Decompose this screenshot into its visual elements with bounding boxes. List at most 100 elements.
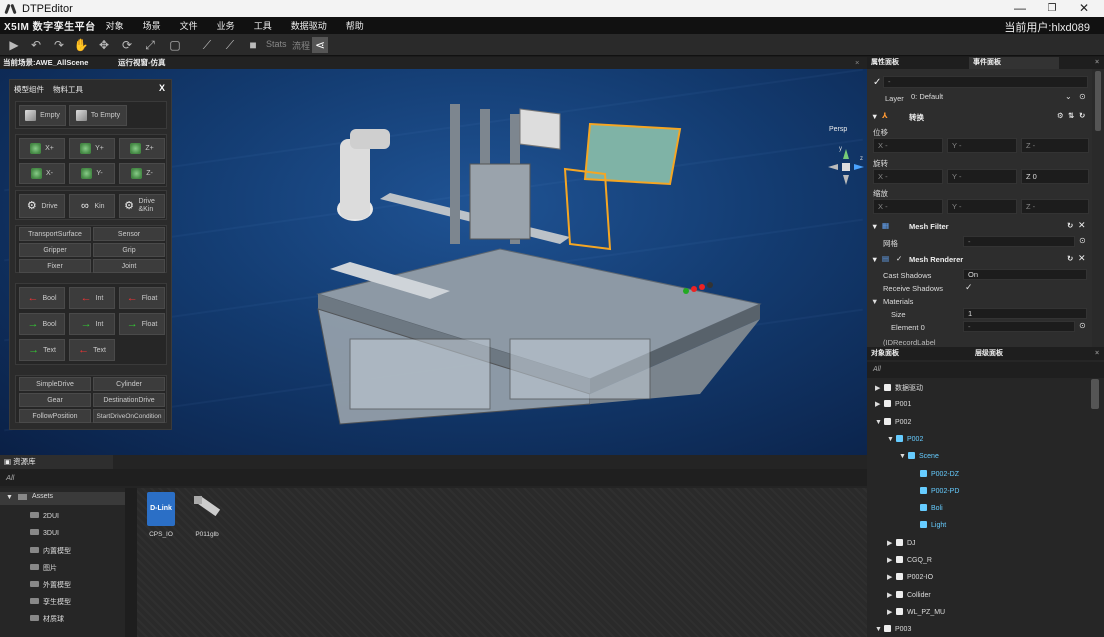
target-icon[interactable]: ⊙ [1079, 321, 1086, 330]
refresh-icon[interactable]: ↻ [1067, 254, 1073, 263]
menu-file[interactable]: 文件 [180, 19, 198, 32]
rotation-y-field[interactable]: Y - [947, 169, 1017, 184]
refresh-icon[interactable]: ↻ [1067, 221, 1073, 230]
tree-arrow-icon[interactable]: ▶ [887, 539, 896, 547]
materials-arrow[interactable]: ▼ [871, 297, 878, 306]
cast-shadows-select[interactable]: On [963, 269, 1087, 280]
asset-file[interactable]: D-Link CPS_IO [141, 492, 181, 538]
flow-toggle[interactable]: 流程 [292, 39, 310, 52]
refresh-icon[interactable]: ↻ [1079, 111, 1085, 120]
float-input-button[interactable]: → Float [119, 313, 165, 335]
tree-arrow-icon[interactable]: ▶ [887, 591, 896, 599]
folder-item[interactable]: 2DUI [30, 512, 59, 520]
tab-runtime[interactable]: 运行视窗-仿真 [115, 57, 169, 69]
tree-item[interactable]: ▶ WL_PZ_MU [887, 607, 945, 616]
asset-file[interactable]: P011glb [187, 492, 227, 538]
tree-arrow-icon[interactable]: ▶ [887, 556, 896, 564]
tree-arrow-icon[interactable]: ▼ [899, 453, 908, 460]
menu-object[interactable]: 对象 [106, 19, 124, 32]
drive-kin-button[interactable]: ⚙ Drive &Kin [119, 194, 165, 218]
tree-item[interactable]: ▶ P002-IO [887, 573, 933, 581]
simple-drive-button[interactable]: SimpleDrive [19, 377, 91, 391]
tab-events[interactable]: 事件面板 [969, 57, 1059, 69]
tab-material-tools[interactable]: 物料工具 [53, 84, 83, 95]
camera-icon[interactable]: ■ [245, 37, 261, 53]
scale-y-field[interactable]: Y - [947, 199, 1017, 214]
cylinder-button[interactable]: Cylinder [93, 377, 165, 391]
move-tool-icon[interactable]: ✥ [96, 37, 112, 53]
undo-icon[interactable]: ↶ [28, 37, 44, 53]
tree-arrow[interactable]: ▼ [6, 494, 13, 501]
position-x-field[interactable]: X - [873, 138, 943, 153]
float-output-button[interactable]: ← Float [119, 287, 165, 309]
tree-item[interactable]: ▶ DJ [887, 538, 916, 547]
tree-arrow-icon[interactable]: ▼ [887, 436, 896, 443]
share-icon[interactable]: ⋖ [312, 37, 328, 53]
folder-item[interactable]: 孪生模型 [30, 597, 71, 607]
scale-tool-icon[interactable]: ⤢ [142, 37, 158, 53]
axis-x-plus-button[interactable]: X+ [19, 138, 65, 159]
target-icon[interactable]: ⊙ [1079, 236, 1086, 245]
menu-data-driven[interactable]: 数据驱动 [291, 19, 327, 32]
tab-hierarchy[interactable]: 层级面板 [971, 348, 1003, 360]
hand-tool-icon[interactable]: ✋ [73, 37, 89, 53]
tree-arrow-icon[interactable]: ▶ [887, 608, 896, 616]
position-y-field[interactable]: Y - [947, 138, 1017, 153]
menu-tools[interactable]: 工具 [254, 19, 272, 32]
menu-help[interactable]: 帮助 [346, 19, 364, 32]
asset-search-input[interactable]: All [0, 469, 867, 486]
tree-item[interactable]: ▶ P001 [875, 400, 911, 408]
object-name-field[interactable]: - [883, 76, 1088, 88]
tree-arrow-icon[interactable]: ▼ [875, 626, 884, 633]
snap-icon[interactable]: ⟋ [199, 37, 215, 53]
tree-arrow-icon[interactable]: ▶ [875, 400, 884, 408]
axis-x-minus-button[interactable]: X- [19, 163, 65, 184]
scale-x-field[interactable]: X - [873, 199, 943, 214]
active-checkbox[interactable]: ✓ [873, 77, 881, 88]
tree-arrow-icon[interactable]: ▶ [887, 573, 896, 581]
enabled-checkbox[interactable]: ✓ [896, 254, 902, 263]
tree-item[interactable]: P002-DZ [911, 469, 959, 478]
gear-button[interactable]: Gear [19, 393, 91, 407]
property-scrollbar[interactable] [1095, 71, 1101, 131]
folder-item[interactable]: 材质球 [30, 614, 64, 624]
tree-item[interactable]: ▼ P003 [875, 625, 911, 633]
layer-select[interactable]: 0: Default [907, 92, 1077, 103]
close-button[interactable]: ✕ [1068, 0, 1100, 17]
play-icon[interactable]: ▶ [6, 37, 22, 53]
tree-item[interactable]: ▼ P002 [887, 434, 923, 443]
int-input-button[interactable]: → Int [69, 313, 115, 335]
sensor-button[interactable]: Sensor [93, 227, 165, 241]
tree-item[interactable]: ▶ CGQ_R [887, 556, 932, 564]
tab-objects[interactable]: 对象面板 [867, 348, 899, 360]
minimize-button[interactable]: — [1004, 0, 1036, 17]
rotation-x-field[interactable]: X - [873, 169, 943, 184]
folder-item[interactable]: 内置模型 [30, 546, 71, 556]
remove-icon[interactable]: ✕ [1078, 220, 1086, 231]
menu-business[interactable]: 业务 [217, 19, 235, 32]
link-icon[interactable]: ⟋ [222, 37, 238, 53]
transform-header[interactable]: ▼ ⅄ 转换 ⚙ ⇅ ↻ [867, 110, 1092, 124]
folder-item[interactable]: 图片 [30, 563, 57, 573]
axis-y-plus-button[interactable]: Y+ [69, 138, 115, 159]
mesh-filter-header[interactable]: ▼ ▦ Mesh Filter ↻ ✕ [867, 220, 1092, 234]
drive-button[interactable]: ⚙ Drive [19, 194, 65, 218]
rect-tool-icon[interactable]: ▢ [167, 37, 183, 53]
object-search-input[interactable]: All [867, 362, 1104, 378]
orientation-gizmo[interactable]: y z [826, 146, 866, 187]
joint-button[interactable]: Joint [93, 259, 165, 273]
transport-surface-button[interactable]: TransportSurface [19, 227, 91, 241]
fixer-button[interactable]: Fixer [19, 259, 91, 273]
maximize-button[interactable]: ❐ [1036, 0, 1068, 17]
tree-item[interactable]: Light [911, 521, 946, 529]
tree-item[interactable]: ▼ Scene [899, 452, 939, 460]
tree-item[interactable]: ▶ 数据驱动 [875, 383, 923, 393]
stats-toggle[interactable]: Stats [266, 39, 287, 49]
redo-icon[interactable]: ↷ [51, 37, 67, 53]
text-output-button[interactable]: ← Text [69, 339, 115, 361]
gripper-button[interactable]: Gripper [19, 243, 91, 257]
settings-icon[interactable]: ⚙ [1057, 111, 1064, 120]
remove-icon[interactable]: ✕ [1078, 253, 1086, 264]
axis-z-minus-button[interactable]: Z- [119, 163, 165, 184]
text-input-button[interactable]: → Text [19, 339, 65, 361]
